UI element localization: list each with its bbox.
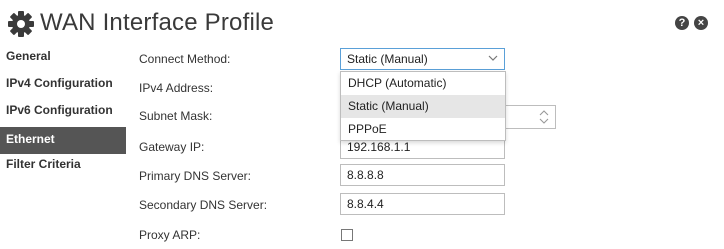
option-dhcp-automatic[interactable]: DHCP (Automatic) [341,72,505,95]
primary-dns-input[interactable]: 8.8.8.8 [340,164,505,186]
option-static-manual[interactable]: Static (Manual) [341,95,505,118]
sidebar-item-ipv6-configuration[interactable]: IPv6 Configuration [0,100,126,127]
sidebar-item-ipv4-configuration[interactable]: IPv4 Configuration [0,73,126,100]
primary-dns-label: Primary DNS Server: [139,169,252,183]
secondary-dns-input[interactable]: 8.8.4.4 [340,193,505,215]
gateway-ip-label: Gateway IP: [139,140,205,154]
header: WAN Interface Profile ? × [0,0,724,44]
option-pppoe[interactable]: PPPoE [341,118,505,141]
ipv4-address-label: IPv4 Address: [139,81,214,95]
subnet-mask-spinner[interactable] [505,105,556,129]
page-title: WAN Interface Profile [40,9,275,36]
connect-method-value: Static (Manual) [347,52,428,66]
proxy-arp-label: Proxy ARP: [139,228,201,242]
proxy-arp-checkbox[interactable] [341,229,353,241]
gear-icon [8,11,34,37]
up-down-arrows-icon[interactable] [539,109,549,125]
connect-method-select[interactable]: Static (Manual) [340,48,505,70]
chevron-down-icon [488,55,498,61]
sidebar-item-general[interactable]: General [0,46,126,73]
sidebar-item-filter-criteria[interactable]: Filter Criteria [0,154,126,181]
sidebar: General IPv4 Configuration IPv6 Configur… [0,46,126,181]
secondary-dns-label: Secondary DNS Server: [139,198,268,212]
connect-method-dropdown: DHCP (Automatic) Static (Manual) PPPoE [340,71,506,141]
help-icon[interactable]: ? [675,16,689,30]
sidebar-item-ethernet[interactable]: Ethernet [0,127,126,154]
connect-method-label: Connect Method: [139,52,231,66]
close-icon[interactable]: × [694,16,708,30]
subnet-mask-label: Subnet Mask: [139,109,213,123]
